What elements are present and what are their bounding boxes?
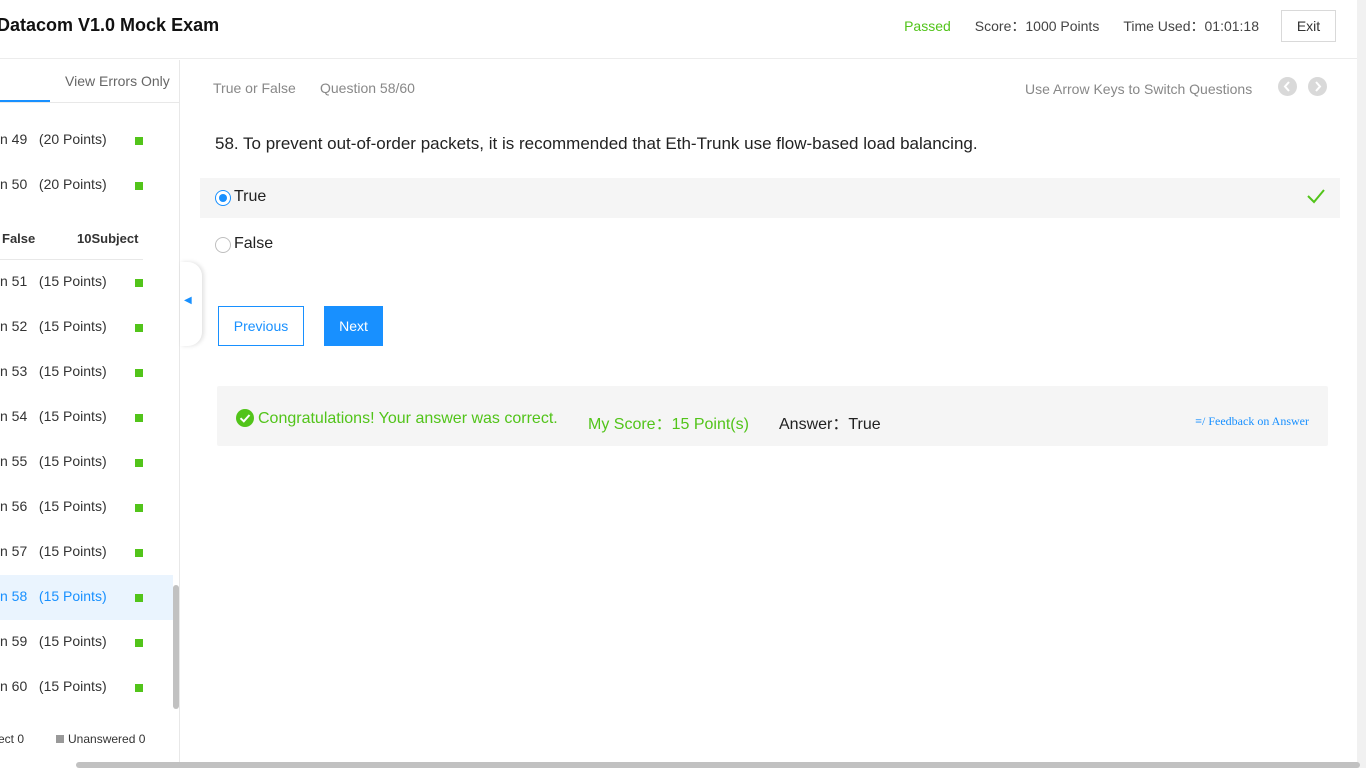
legend-unanswered: Unanswered 0 bbox=[68, 732, 146, 746]
question-item-label: n 51 (15 Points) bbox=[0, 273, 107, 289]
previous-button[interactable]: Previous bbox=[218, 306, 304, 346]
sidebar-scrollbar[interactable] bbox=[173, 585, 179, 709]
exam-page: Datacom V1.0 Mock Exam Passed Score：1000… bbox=[0, 0, 1366, 768]
answered-status-dot bbox=[135, 684, 143, 692]
section-count: 10Subject bbox=[77, 231, 139, 246]
answered-status-dot bbox=[135, 549, 143, 557]
chevron-right-icon bbox=[1315, 81, 1322, 92]
exit-button[interactable]: Exit bbox=[1281, 10, 1336, 42]
question-item[interactable]: n 59 (15 Points) bbox=[0, 620, 173, 665]
question-item-label: n 52 (15 Points) bbox=[0, 318, 107, 334]
header-status-area: Passed Score：1000 Points Time Used：01:01… bbox=[904, 10, 1336, 42]
total-score: Score：1000 Points bbox=[974, 18, 1100, 34]
question-item[interactable]: n 49 (20 Points) bbox=[0, 118, 173, 163]
section-name: False bbox=[2, 231, 36, 246]
answered-status-dot bbox=[135, 369, 143, 377]
answered-status-dot bbox=[135, 137, 143, 145]
question-item[interactable]: n 53 (15 Points) bbox=[0, 350, 173, 395]
legend-unanswered-swatch bbox=[56, 735, 64, 743]
question-item[interactable]: n 51 (15 Points) bbox=[0, 260, 173, 305]
page-vertical-scrollbar[interactable] bbox=[1357, 0, 1366, 768]
question-sidebar: View Errors Only n 49 (20 Points) n 50 (… bbox=[0, 60, 180, 768]
previous-question-arrow[interactable] bbox=[1278, 77, 1297, 96]
keyboard-nav-hint: Use Arrow Keys to Switch Questions bbox=[1025, 81, 1253, 97]
answer-result-box: Congratulations! Your answer was correct… bbox=[217, 386, 1328, 446]
radio-button[interactable] bbox=[215, 237, 231, 253]
question-item-label: n 53 (15 Points) bbox=[0, 363, 107, 379]
answered-status-dot bbox=[135, 182, 143, 190]
time-used: Time Used：01:01:18 bbox=[1123, 18, 1259, 34]
answered-status-dot bbox=[135, 459, 143, 467]
answered-status-dot bbox=[135, 594, 143, 602]
question-panel: True or False Question 58/60 Use Arrow K… bbox=[180, 60, 1357, 760]
question-item[interactable]: n 55 (15 Points) bbox=[0, 440, 173, 485]
answered-status-dot bbox=[135, 324, 143, 332]
chevron-left-icon bbox=[1283, 81, 1290, 92]
option-label: False bbox=[234, 235, 274, 252]
tab-all-active-indicator[interactable] bbox=[0, 100, 50, 102]
question-item-current[interactable]: n 58 (15 Points) bbox=[0, 575, 173, 620]
answered-status-dot bbox=[135, 504, 143, 512]
question-item[interactable]: n 56 (15 Points) bbox=[0, 485, 173, 530]
question-item-label: n 58 (15 Points) bbox=[0, 588, 107, 604]
question-item[interactable]: n 52 (15 Points) bbox=[0, 305, 173, 350]
tab-view-errors-only[interactable]: View Errors Only bbox=[65, 73, 170, 89]
option-true[interactable]: True bbox=[200, 178, 1340, 218]
question-item-label: n 50 (20 Points) bbox=[0, 176, 107, 192]
next-button[interactable]: Next bbox=[324, 306, 383, 346]
question-item[interactable]: n 57 (15 Points) bbox=[0, 530, 173, 575]
answered-status-dot bbox=[135, 279, 143, 287]
question-item[interactable]: n 54 (15 Points) bbox=[0, 395, 173, 440]
option-label: True bbox=[234, 188, 267, 205]
exam-title: Datacom V1.0 Mock Exam bbox=[0, 15, 220, 35]
feedback-on-answer-link[interactable]: ≡/ Feedback on Answer bbox=[1195, 414, 1309, 429]
legend-incorrect: ect 0 bbox=[0, 732, 25, 746]
answered-status-dot bbox=[135, 639, 143, 647]
page-horizontal-scrollbar[interactable] bbox=[76, 762, 1360, 768]
question-item-label: n 59 (15 Points) bbox=[0, 633, 107, 649]
question-item[interactable]: n 60 (15 Points) bbox=[0, 665, 173, 710]
pass-status: Passed bbox=[904, 18, 951, 34]
question-counter: Question 58/60 bbox=[320, 80, 415, 96]
question-item-label: n 49 (20 Points) bbox=[0, 131, 107, 147]
result-message: Congratulations! Your answer was correct… bbox=[258, 410, 558, 427]
option-false[interactable]: False bbox=[200, 225, 1340, 265]
answered-status-dot bbox=[135, 414, 143, 422]
correct-answer: Answer：True bbox=[779, 416, 881, 433]
status-legend: ect 0 Unanswered 0 bbox=[0, 727, 179, 749]
question-text: 58. To prevent out-of-order packets, it … bbox=[215, 134, 978, 153]
sidebar-tabs: View Errors Only bbox=[0, 60, 179, 103]
question-item-label: n 56 (15 Points) bbox=[0, 498, 107, 514]
question-type: True or False bbox=[213, 80, 296, 96]
question-item-label: n 60 (15 Points) bbox=[0, 678, 107, 694]
question-item[interactable]: n 50 (20 Points) bbox=[0, 163, 173, 208]
next-question-arrow[interactable] bbox=[1308, 77, 1327, 96]
header-bar: Datacom V1.0 Mock Exam Passed Score：1000… bbox=[0, 0, 1357, 59]
question-item-label: n 57 (15 Points) bbox=[0, 543, 107, 559]
my-score: My Score：15 Point(s) bbox=[588, 416, 749, 433]
question-item-label: n 55 (15 Points) bbox=[0, 453, 107, 469]
correct-check-icon bbox=[1307, 189, 1325, 204]
section-header-true-false: False 10Subject bbox=[0, 217, 143, 260]
radio-button-checked[interactable] bbox=[215, 190, 231, 206]
success-circle-check-icon bbox=[236, 409, 254, 427]
question-item-label: n 54 (15 Points) bbox=[0, 408, 107, 424]
